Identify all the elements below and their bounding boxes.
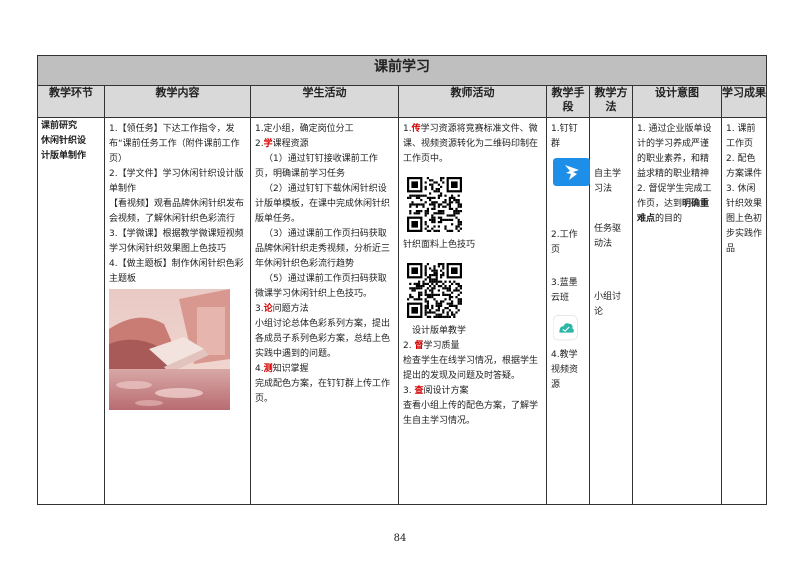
header-means: 教学手段 (546, 85, 590, 118)
student-desc: 小组讨论总体色彩系列方案，提出各成员子系列色彩方案，总结上色实践中遇到的问题。 (255, 319, 391, 359)
content-item: 1.【领任务】下达工作指令，发布“课前任务工作（附件课前工作页） (109, 124, 240, 164)
means-item: 2.工作页 (551, 230, 578, 255)
header-content: 教学内容 (104, 85, 251, 118)
content-cell: 1.【领任务】下达工作指令，发布“课前任务工作（附件课前工作页） 2.【学文件】… (104, 117, 251, 505)
content-item: 4.【做主题板】制作休闲针织色彩主题板 (109, 259, 244, 284)
lesson-plan-table: 课前学习 教学环节 教学内容 学生活动 教师活动 教学手段 教学方法 设计意图 … (37, 55, 767, 505)
teacher-item: 2. 督学习质量 (403, 341, 460, 351)
method-item: 小组讨论 (594, 292, 622, 317)
student-item: 1.定小组，确定岗位分工 (255, 124, 354, 134)
method-cell: 自主学习法 任务驱动法 小组讨论 (589, 117, 633, 505)
student-desc: 完成配色方案，在钉钉群上传工作页。 (255, 379, 391, 404)
header-student: 学生活动 (250, 85, 399, 118)
qr-caption: 设计版单教学 (412, 326, 467, 336)
teacher-item: 1.传学习资源将竞赛标准文件、微课、视频资源转化为二维码印制在工作页中。 (403, 124, 539, 164)
teacher-item: 3. 查阅设计方案 (403, 386, 469, 396)
header-stage: 教学环节 (37, 85, 105, 118)
outcome-cell: 1. 课前工作页 2. 配色方案课件 3. 休闲针织效果图上色初步实践作品 (721, 117, 767, 505)
stage-cell: 课前研究 休闲针织设 计版单制作 (37, 117, 105, 505)
student-item: 2.学课程资源 (255, 139, 309, 149)
content-item: 3.【学微课】根据教学微课短视频学习休闲针织效果图上色技巧 (109, 229, 244, 254)
color-theme-board-image (109, 289, 230, 410)
qr-code-icon[interactable] (407, 177, 462, 232)
method-item: 任务驱动法 (594, 224, 622, 249)
student-subitem: （3）通过课前工作页扫码获取品牌休闲针织走秀视频，分析近三年休闲针织色彩流行趋势 (255, 229, 391, 269)
table-title: 课前学习 (37, 55, 767, 86)
student-cell: 1.定小组，确定岗位分工 2.学课程资源 （1）通过钉钉接收课前工作页，明确课前… (250, 117, 399, 505)
means-cell: 1.钉钉群 2.工作页 3.蓝墨云班 4.教学视频资源 (546, 117, 590, 505)
intent-item: 2. 督促学生完成工作页，达到明确重难点的目的 (637, 184, 712, 224)
qr-caption: 针织面料上色技巧 (403, 240, 476, 250)
stage-line: 休闲针织设 (41, 136, 87, 146)
student-item: 3.论问题方法 (255, 304, 309, 314)
dingtalk-icon (553, 158, 590, 186)
means-item: 1.钉钉群 (551, 124, 578, 149)
student-subitem: （5）通过课前工作页扫码获取微课学习休闲针织上色技巧。 (255, 274, 387, 299)
document-page: 课前学习 教学环节 教学内容 学生活动 教师活动 教学手段 教学方法 设计意图 … (0, 0, 800, 565)
header-teacher: 教师活动 (398, 85, 547, 118)
student-subitem: （2）通过钉钉下载休闲针织设计版单模板，在课中完成休闲针织版单任务。 (255, 184, 391, 224)
teacher-desc: 检查学生在线学习情况，根据学生提出的发现及问题及时答疑。 (403, 356, 539, 381)
means-item: 4.教学视频资源 (551, 350, 579, 390)
intent-item: 1. 通过企业版单设计的学习养成严谨的职业素养，和精益求精的职业精神 (637, 124, 712, 179)
method-item: 自主学习法 (594, 169, 622, 194)
means-item: 3.蓝墨云班 (551, 278, 578, 303)
stage-line: 计版单制作 (41, 151, 87, 161)
content-item: 2.【学文件】学习休闲针织设计版单制作 (109, 169, 244, 194)
page-number: 84 (393, 533, 407, 544)
outcome-item: 3. 休闲针织效果图上色初步实践作品 (726, 184, 763, 254)
header-outcome: 学习成果 (721, 85, 767, 118)
header-method: 教学方法 (589, 85, 633, 118)
lanmo-cloud-icon (553, 315, 578, 341)
qr-code-icon[interactable] (407, 263, 462, 318)
outcome-item: 2. 配色方案课件 (726, 154, 763, 179)
outcome-item: 1. 课前工作页 (726, 124, 756, 149)
student-subitem: （1）通过钉钉接收课前工作页，明确课前学习任务 (255, 154, 378, 179)
student-item: 4.测知识掌握 (255, 364, 309, 374)
teacher-desc: 查看小组上传的配色方案，了解学生自主学习情况。 (403, 401, 539, 426)
header-intent: 设计意图 (632, 85, 722, 118)
teacher-cell: 1.传学习资源将竞赛标准文件、微课、视频资源转化为二维码印制在工作页中。 针织面… (398, 117, 547, 505)
content-item: 【看视频】观看品牌休闲针织发布会视频，了解休闲针织色彩流行 (109, 199, 245, 224)
stage-line: 课前研究 (41, 121, 78, 131)
intent-cell: 1. 通过企业版单设计的学习养成严谨的职业素养，和精益求精的职业精神 2. 督促… (632, 117, 722, 505)
